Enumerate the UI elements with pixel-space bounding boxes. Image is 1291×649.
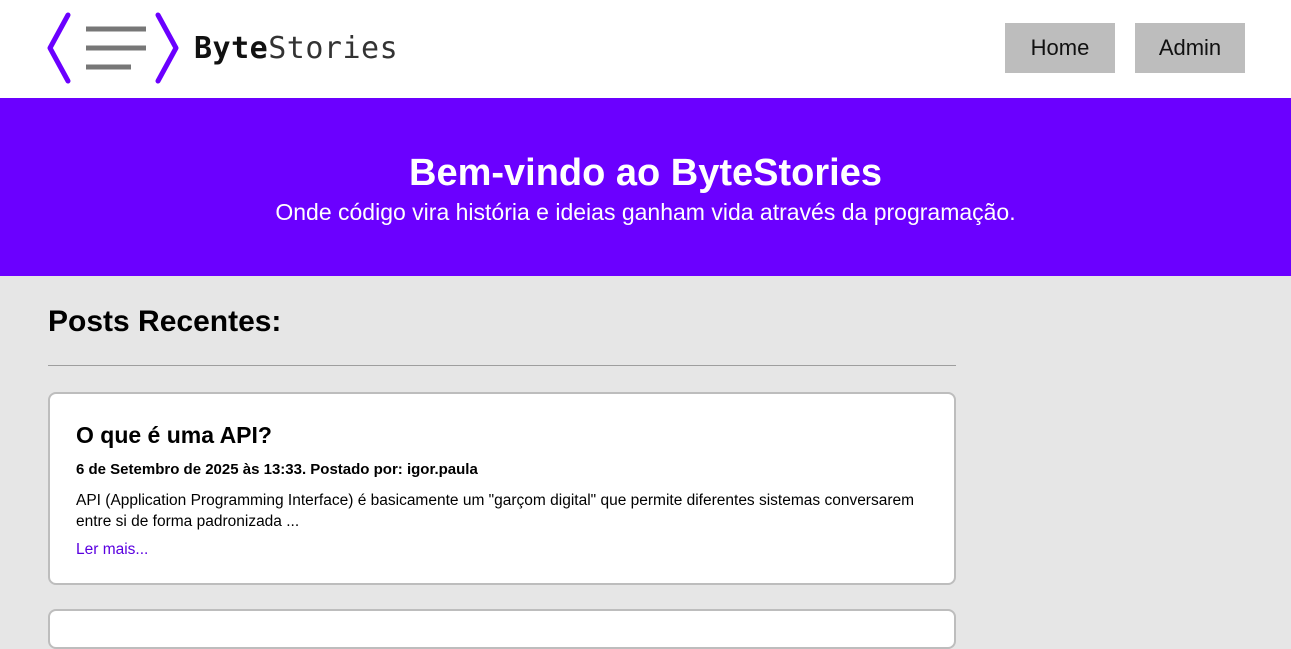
read-more-link[interactable]: Ler mais... (76, 540, 148, 560)
hero-banner: Bem-vindo ao ByteStories Onde código vir… (0, 98, 1291, 276)
site-header: ByteStories Home Admin (0, 0, 1291, 98)
brand-name-rest: Stories (268, 30, 399, 66)
logo-icon (47, 12, 179, 84)
post-meta: 6 de Setembro de 2025 às 13:33. Postado … (76, 461, 478, 478)
site-logo[interactable]: ByteStories (46, 12, 398, 84)
section-divider (48, 365, 956, 366)
main-nav: Home Admin (1005, 23, 1245, 73)
brand-name-bold: Byte (194, 30, 269, 66)
post-excerpt: API (Application Programming Interface) … (76, 492, 915, 530)
recent-posts-heading: Posts Recentes: (48, 305, 282, 338)
post-card-next (48, 609, 956, 649)
hero-title: Bem-vindo ao ByteStories (409, 152, 882, 194)
nav-home-button[interactable]: Home (1005, 23, 1115, 73)
hero-subtitle: Onde código vira história e ideias ganha… (275, 199, 1016, 225)
nav-admin-button[interactable]: Admin (1135, 23, 1245, 73)
brand-name: ByteStories (194, 31, 398, 66)
post-card: O que é uma API? 6 de Setembro de 2025 à… (48, 392, 956, 585)
post-title[interactable]: O que é uma API? (76, 420, 272, 450)
